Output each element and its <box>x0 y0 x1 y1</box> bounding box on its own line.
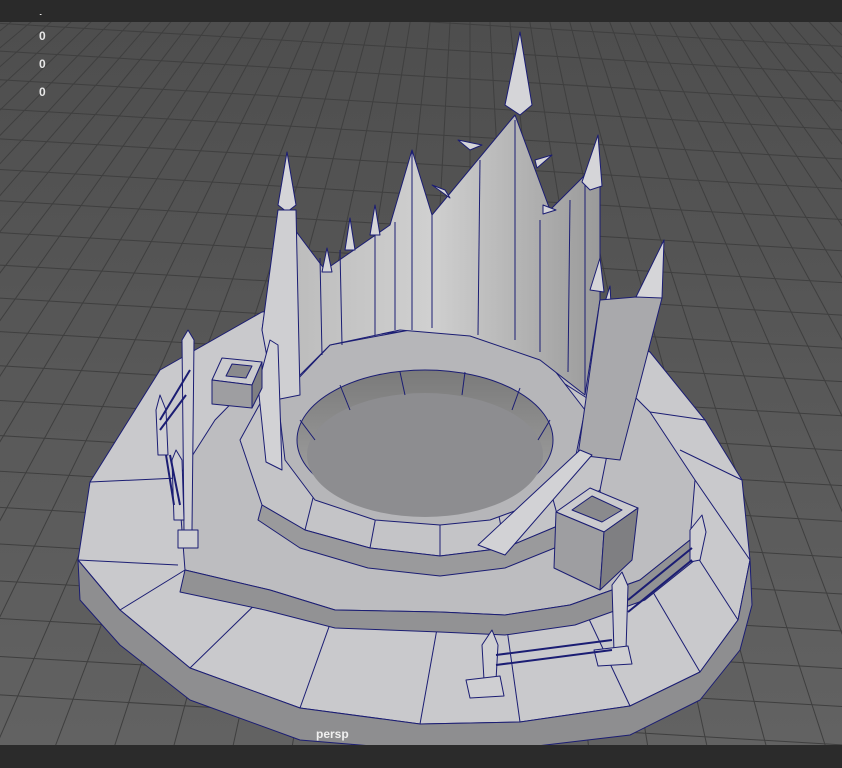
camera-name-label: persp <box>316 727 349 741</box>
viewport-top-bar <box>0 0 842 22</box>
3d-viewport[interactable] <box>0 22 842 745</box>
scene-canvas[interactable] <box>0 22 842 745</box>
hud-readout: · 0 0 0 <box>39 14 46 106</box>
hud-value-1: 0 <box>39 29 46 43</box>
hud-value-2: 0 <box>39 57 46 71</box>
hud-value-clipped: · <box>39 14 43 21</box>
planter-box-left <box>211 357 263 409</box>
fence-post-5 <box>611 571 629 653</box>
fence-post-3 <box>171 449 185 521</box>
hud-value-3: 0 <box>39 85 46 99</box>
viewport-bottom-bar <box>0 745 842 768</box>
